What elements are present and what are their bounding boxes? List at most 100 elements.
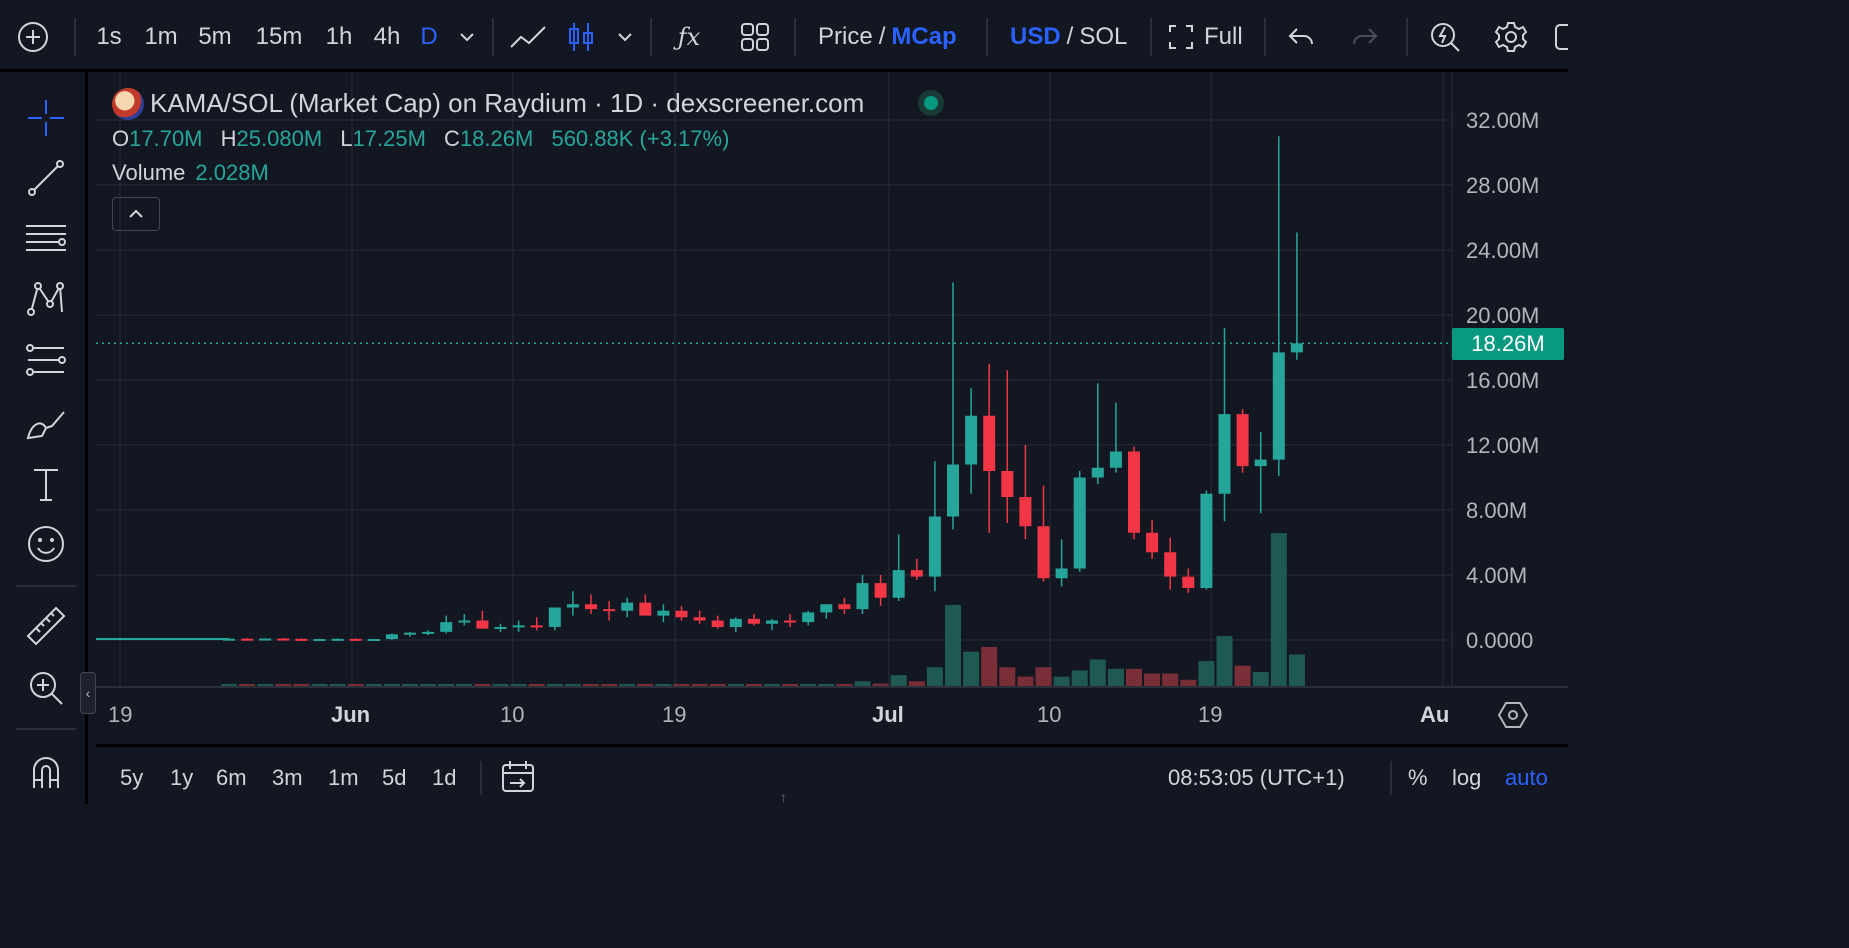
text-tool-icon[interactable] <box>22 460 70 508</box>
volume-bar <box>329 684 346 686</box>
x-tick-label: 10 <box>1037 702 1062 727</box>
volume-bar <box>1216 636 1233 686</box>
volume-bar <box>999 667 1016 686</box>
candle-body <box>784 620 797 623</box>
collapse-toolbar-button[interactable]: ‹ <box>80 672 96 714</box>
layouts-icon[interactable] <box>736 18 774 56</box>
volume-bar <box>908 681 925 686</box>
magnet-icon[interactable] <box>22 748 70 796</box>
range-6m[interactable]: 6m <box>216 765 247 791</box>
volume-bar <box>456 684 473 686</box>
price-chart[interactable] <box>96 72 1568 744</box>
candle-body <box>892 570 905 598</box>
range-1d[interactable]: 1d <box>432 765 456 791</box>
high-label: H <box>220 126 237 151</box>
open-value: 17.70M <box>129 126 203 151</box>
volume-bar <box>818 684 835 686</box>
fullscreen-icon <box>1169 25 1193 49</box>
interval-1m[interactable]: 1m <box>142 18 180 56</box>
chevron-down-icon[interactable] <box>454 18 480 56</box>
volume-bar <box>601 684 618 686</box>
percent-toggle[interactable]: % <box>1408 765 1428 791</box>
sol-label: SOL <box>1079 23 1128 50</box>
candle-body <box>747 618 760 624</box>
volume-bar <box>221 684 237 686</box>
candle-body <box>566 604 579 608</box>
candle-body <box>476 620 489 629</box>
x-tick-label: 19 <box>108 702 133 727</box>
collapse-legend-button[interactable] <box>112 197 160 231</box>
candle-body <box>910 570 923 577</box>
volume-bar <box>836 684 853 686</box>
toolbar-divider <box>492 18 494 56</box>
interval-1h[interactable]: 1h <box>322 18 356 56</box>
x-tick-label: Jun <box>331 702 371 727</box>
brush-icon[interactable] <box>22 400 70 448</box>
chevron-down-icon[interactable] <box>612 18 638 56</box>
redo-icon[interactable] <box>1348 18 1382 56</box>
add-symbol-icon[interactable] <box>14 18 52 56</box>
volume-bar <box>546 684 563 686</box>
ruler-icon[interactable] <box>22 602 70 650</box>
volume-bar <box>655 684 672 686</box>
screenshot-icon[interactable] <box>1552 18 1568 56</box>
price-mcap-toggle[interactable]: Price / MCap <box>818 18 964 56</box>
trend-line-icon[interactable] <box>22 154 70 202</box>
y-tick-label: 32.00M <box>1466 108 1540 133</box>
volume-bar <box>1053 676 1070 686</box>
interval-4h[interactable]: 4h <box>370 18 404 56</box>
candle-body <box>965 415 978 465</box>
full-label: Full <box>1204 23 1243 50</box>
pattern-icon[interactable] <box>22 274 70 322</box>
candle-body <box>1290 343 1303 353</box>
candle-body <box>1146 532 1159 553</box>
candle-body <box>1164 552 1177 577</box>
log-toggle[interactable]: log <box>1452 765 1481 791</box>
fib-tools-icon[interactable] <box>22 336 70 384</box>
interval-1s[interactable]: 1s <box>92 18 126 56</box>
volume-legend: Volume 2.028M <box>112 160 269 186</box>
toolbar-divider <box>1150 18 1152 56</box>
quick-search-icon[interactable] <box>1426 18 1464 56</box>
volume-bar <box>492 684 509 686</box>
crosshair-icon[interactable] <box>22 94 70 142</box>
toolbar-divider <box>794 18 796 56</box>
change-value: 560.88K (+3.17%) <box>551 126 730 151</box>
undo-icon[interactable] <box>1284 18 1318 56</box>
range-1y[interactable]: 1y <box>170 765 193 791</box>
range-5y[interactable]: 5y <box>120 765 143 791</box>
currency-toggle[interactable]: USD / SOL <box>1010 18 1130 56</box>
fullscreen-button[interactable]: Full <box>1168 18 1248 56</box>
toolbar-divider <box>1264 18 1266 56</box>
toolbar-divider <box>986 18 988 56</box>
last-price-tag: 18.26M <box>1452 328 1564 360</box>
low-label: L <box>340 126 353 151</box>
zoom-in-icon[interactable] <box>22 664 70 712</box>
interval-15m[interactable]: 15m <box>254 18 304 56</box>
interval-5m[interactable]: 5m <box>196 18 234 56</box>
gear-icon[interactable] <box>1492 18 1530 56</box>
clock-time[interactable]: 08:53:05 (UTC+1) <box>1168 765 1345 791</box>
range-3m[interactable]: 3m <box>272 765 303 791</box>
indicators-icon[interactable]: ƒx <box>672 18 706 56</box>
emoji-icon[interactable] <box>22 520 70 568</box>
candle-body <box>385 634 398 640</box>
volume-bar <box>420 684 437 686</box>
range-5d[interactable]: 5d <box>382 765 406 791</box>
bottom-toolbar: 5y 1y 6m 3m 1m 5d 1d 08:53:05 (UTC+1) % … <box>96 744 1568 805</box>
volume-bar <box>854 681 871 686</box>
volume-bar <box>1180 679 1197 686</box>
interval-d[interactable]: D <box>418 18 440 56</box>
auto-toggle[interactable]: auto <box>1505 765 1548 791</box>
go-to-date-icon[interactable] <box>500 759 536 795</box>
horizontal-lines-icon[interactable] <box>22 214 70 262</box>
volume-bar <box>239 684 256 686</box>
scroll-up-icon[interactable]: ↑ <box>780 789 787 805</box>
candle-body <box>874 583 887 598</box>
axis-settings-icon[interactable] <box>1497 700 1529 730</box>
candles-icon[interactable] <box>566 18 596 56</box>
candle-body <box>1200 493 1213 588</box>
range-1m[interactable]: 1m <box>328 765 359 791</box>
toolbar-divider <box>74 18 76 56</box>
line-chart-icon[interactable] <box>508 18 550 56</box>
